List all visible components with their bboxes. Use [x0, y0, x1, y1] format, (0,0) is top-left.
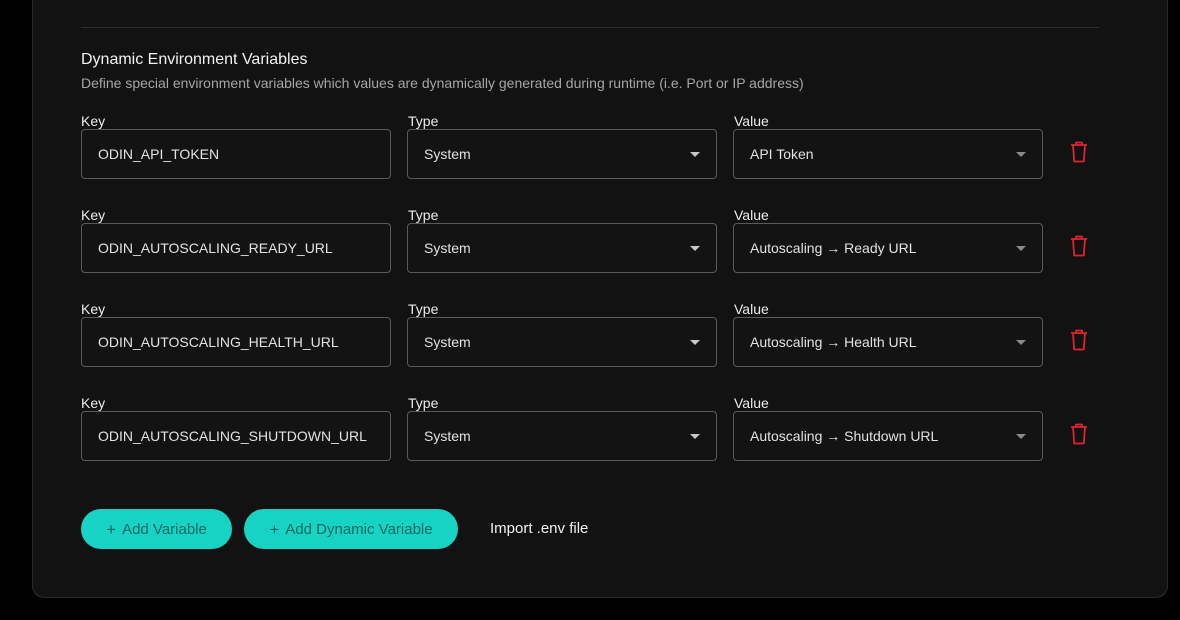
type-select[interactable]: System	[407, 317, 717, 367]
value-label: Value	[734, 113, 769, 129]
type-select-value: System	[424, 146, 471, 162]
dynamic-var-row: Key Type Value ODIN_AUTOSCALING_READY_UR…	[81, 207, 1121, 289]
type-select[interactable]: System	[407, 223, 717, 273]
value-select-value: Autoscaling → Ready URL	[750, 240, 917, 256]
key-label: Key	[81, 301, 106, 317]
key-input[interactable]: ODIN_AUTOSCALING_READY_URL	[81, 223, 391, 273]
type-label: Type	[408, 395, 439, 411]
key-label: Key	[81, 207, 106, 223]
type-label: Type	[408, 301, 439, 317]
section-title: Dynamic Environment Variables	[81, 51, 308, 68]
caret-down-icon	[1016, 246, 1026, 251]
key-label: Key	[81, 113, 106, 129]
caret-down-icon	[690, 434, 700, 439]
key-input-value: ODIN_AUTOSCALING_HEALTH_URL	[98, 334, 339, 350]
value-label: Value	[734, 395, 769, 411]
add-variable-label: Add Variable	[122, 520, 207, 538]
type-select[interactable]: System	[407, 411, 717, 461]
type-select[interactable]: System	[407, 129, 717, 179]
key-input[interactable]: ODIN_AUTOSCALING_SHUTDOWN_URL	[81, 411, 391, 461]
key-input-value: ODIN_AUTOSCALING_SHUTDOWN_URL	[98, 428, 367, 444]
dynamic-var-row: Key Type Value ODIN_API_TOKEN System API…	[81, 113, 1121, 195]
section-divider	[81, 27, 1099, 28]
key-input-value: ODIN_API_TOKEN	[98, 146, 220, 162]
value-label: Value	[734, 301, 769, 317]
plus-icon: +	[106, 519, 117, 539]
trash-icon[interactable]	[1070, 141, 1088, 163]
plus-icon: +	[269, 519, 280, 539]
type-label: Type	[408, 207, 439, 223]
trash-icon[interactable]	[1070, 329, 1088, 351]
add-variable-button[interactable]: + Add Variable	[81, 509, 232, 549]
caret-down-icon	[690, 340, 700, 345]
type-select-value: System	[424, 334, 471, 350]
type-select-value: System	[424, 240, 471, 256]
caret-down-icon	[1016, 434, 1026, 439]
value-select[interactable]: API Token	[733, 129, 1043, 179]
import-env-file-link[interactable]: Import .env file	[490, 520, 588, 537]
value-select-value: Autoscaling → Health URL	[750, 334, 917, 350]
type-label: Type	[408, 113, 439, 129]
trash-icon[interactable]	[1070, 423, 1088, 445]
value-select-value: API Token	[750, 146, 814, 162]
value-select[interactable]: Autoscaling → Health URL	[733, 317, 1043, 367]
value-select[interactable]: Autoscaling → Ready URL	[733, 223, 1043, 273]
key-input-value: ODIN_AUTOSCALING_READY_URL	[98, 240, 333, 256]
dynamic-var-row: Key Type Value ODIN_AUTOSCALING_HEALTH_U…	[81, 301, 1121, 383]
key-input[interactable]: ODIN_API_TOKEN	[81, 129, 391, 179]
add-dynamic-variable-button[interactable]: + Add Dynamic Variable	[244, 509, 458, 549]
caret-down-icon	[690, 152, 700, 157]
add-dynamic-variable-label: Add Dynamic Variable	[285, 520, 433, 538]
caret-down-icon	[1016, 152, 1026, 157]
section-description: Define special environment variables whi…	[81, 75, 804, 91]
value-select-value: Autoscaling → Shutdown URL	[750, 428, 939, 444]
dynamic-var-row: Key Type Value ODIN_AUTOSCALING_SHUTDOWN…	[81, 395, 1121, 477]
value-select[interactable]: Autoscaling → Shutdown URL	[733, 411, 1043, 461]
key-input[interactable]: ODIN_AUTOSCALING_HEALTH_URL	[81, 317, 391, 367]
key-label: Key	[81, 395, 106, 411]
type-select-value: System	[424, 428, 471, 444]
caret-down-icon	[1016, 340, 1026, 345]
trash-icon[interactable]	[1070, 235, 1088, 257]
value-label: Value	[734, 207, 769, 223]
caret-down-icon	[690, 246, 700, 251]
